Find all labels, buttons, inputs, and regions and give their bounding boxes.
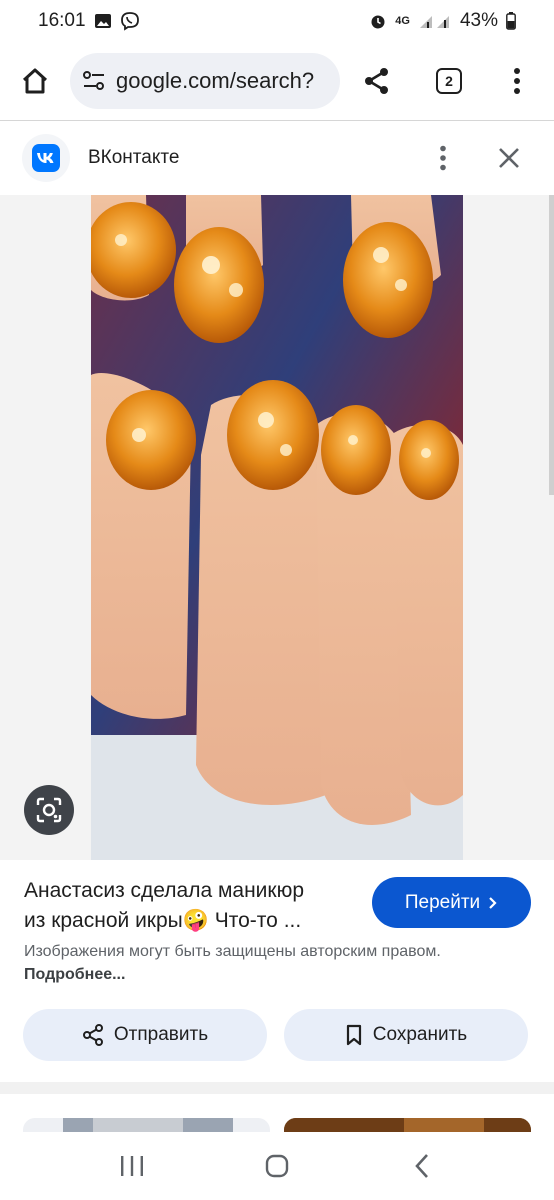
share-button[interactable]: Отправить	[23, 1009, 267, 1061]
result-title-line2: из красной икры🤪 Что-то ...	[24, 909, 302, 932]
source-name[interactable]: ВКонтакте	[88, 147, 420, 169]
status-time: 16:01	[38, 10, 86, 31]
home-nav-icon	[265, 1154, 289, 1178]
lens-icon	[36, 797, 62, 823]
more-vert-icon	[440, 145, 446, 171]
signal-icon	[418, 13, 452, 29]
battery-icon	[506, 12, 516, 30]
scrollbar-thumb[interactable]	[549, 195, 554, 495]
status-left: 16:01	[38, 10, 140, 32]
section-divider	[0, 1082, 554, 1094]
home-nav-button[interactable]	[247, 1136, 307, 1196]
chevron-right-icon	[489, 896, 497, 909]
visit-button-label: Перейти	[404, 891, 481, 913]
battery-level: 43%	[459, 10, 498, 31]
copyright-notice: Изображения могут быть защищены авторски…	[24, 940, 524, 986]
system-navigation-bar	[0, 1132, 554, 1200]
status-bar: 16:01 4G 43%	[0, 0, 554, 42]
browser-menu-button[interactable]	[494, 58, 540, 104]
visit-button[interactable]: Перейти	[372, 877, 531, 928]
source-logo[interactable]	[22, 134, 70, 182]
source-more-button[interactable]	[420, 135, 466, 181]
viber-icon	[120, 11, 140, 31]
status-right: 4G 43%	[369, 10, 516, 32]
source-header: ВКонтакте	[0, 121, 554, 195]
share-button-label: Отправить	[113, 1024, 209, 1045]
preview-image[interactable]	[91, 195, 463, 860]
url-text[interactable]: google.com/search?	[116, 68, 314, 94]
recent-apps-icon	[121, 1156, 144, 1176]
home-icon	[22, 68, 48, 94]
gallery-icon	[94, 13, 112, 29]
home-button[interactable]	[12, 58, 58, 104]
menu-icon	[514, 68, 520, 94]
back-icon	[414, 1154, 428, 1178]
save-button-label: Сохранить	[372, 1024, 468, 1045]
copyright-text: Изображения могут быть защищены авторски…	[24, 943, 441, 960]
recent-apps-button[interactable]	[102, 1136, 162, 1196]
browser-toolbar: google.com/search? 2	[0, 42, 554, 120]
close-icon	[499, 148, 519, 168]
close-button[interactable]	[486, 135, 532, 181]
network-type: 4G	[395, 15, 410, 27]
image-viewer	[0, 195, 554, 860]
tab-count: 2	[436, 68, 462, 94]
vk-logo-icon	[32, 144, 60, 172]
bookmark-icon	[346, 1024, 361, 1046]
google-lens-button[interactable]	[24, 785, 74, 835]
address-bar[interactable]: google.com/search?	[70, 53, 340, 109]
result-title-line1: Анастасиз сделала маникюр	[24, 879, 305, 902]
site-settings-icon[interactable]	[82, 70, 106, 92]
learn-more-link[interactable]: Подробнее...	[24, 966, 125, 983]
share-icon	[82, 1024, 103, 1046]
share-icon	[365, 68, 388, 94]
tabs-button[interactable]: 2	[426, 58, 472, 104]
save-button[interactable]: Сохранить	[284, 1009, 528, 1061]
back-button[interactable]	[392, 1136, 452, 1196]
result-title[interactable]: Анастасиз сделала маникюр из красной икр…	[24, 876, 354, 936]
alarm-icon	[369, 12, 387, 30]
share-page-button[interactable]	[354, 58, 400, 104]
